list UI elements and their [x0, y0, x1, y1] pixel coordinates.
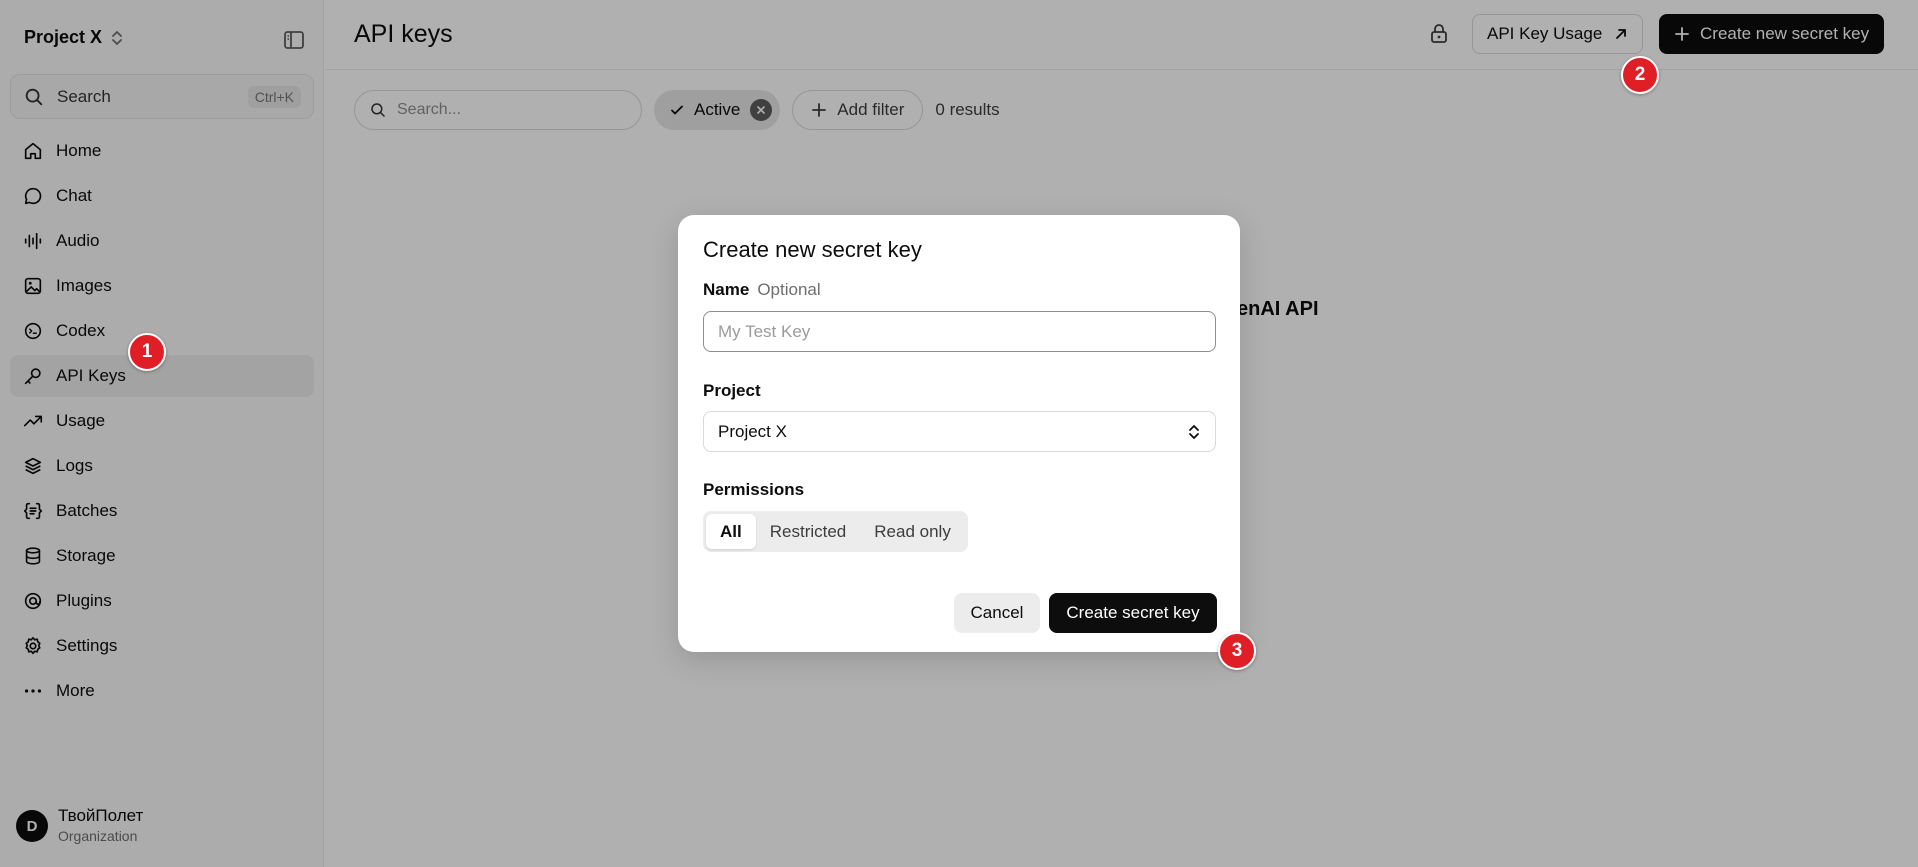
step-marker-1: 1: [128, 333, 166, 371]
step-marker-2: 2: [1621, 56, 1659, 94]
name-label: Name: [703, 280, 750, 299]
create-secret-key-button[interactable]: Create secret key: [1049, 593, 1217, 633]
chevron-updown-icon: [1189, 424, 1199, 439]
dialog-title: Create new secret key: [703, 237, 922, 262]
permission-restricted[interactable]: Restricted: [756, 514, 861, 549]
permission-all[interactable]: All: [706, 514, 756, 549]
name-label-row: Name Optional: [703, 280, 821, 300]
optional-label: Optional: [757, 280, 821, 299]
permissions-label: Permissions: [703, 480, 805, 499]
step-marker-3: 3: [1218, 632, 1256, 670]
create-key-dialog: Create new secret key Name Optional Proje…: [678, 215, 1240, 652]
permission-read-only[interactable]: Read only: [860, 514, 965, 549]
cancel-button[interactable]: Cancel: [954, 593, 1040, 633]
project-select[interactable]: Project X: [703, 411, 1216, 452]
project-select-value: Project X: [718, 421, 787, 441]
permissions-segmented-control: All Restricted Read only: [703, 511, 968, 552]
project-label: Project: [703, 381, 761, 400]
key-name-input[interactable]: [703, 311, 1216, 352]
